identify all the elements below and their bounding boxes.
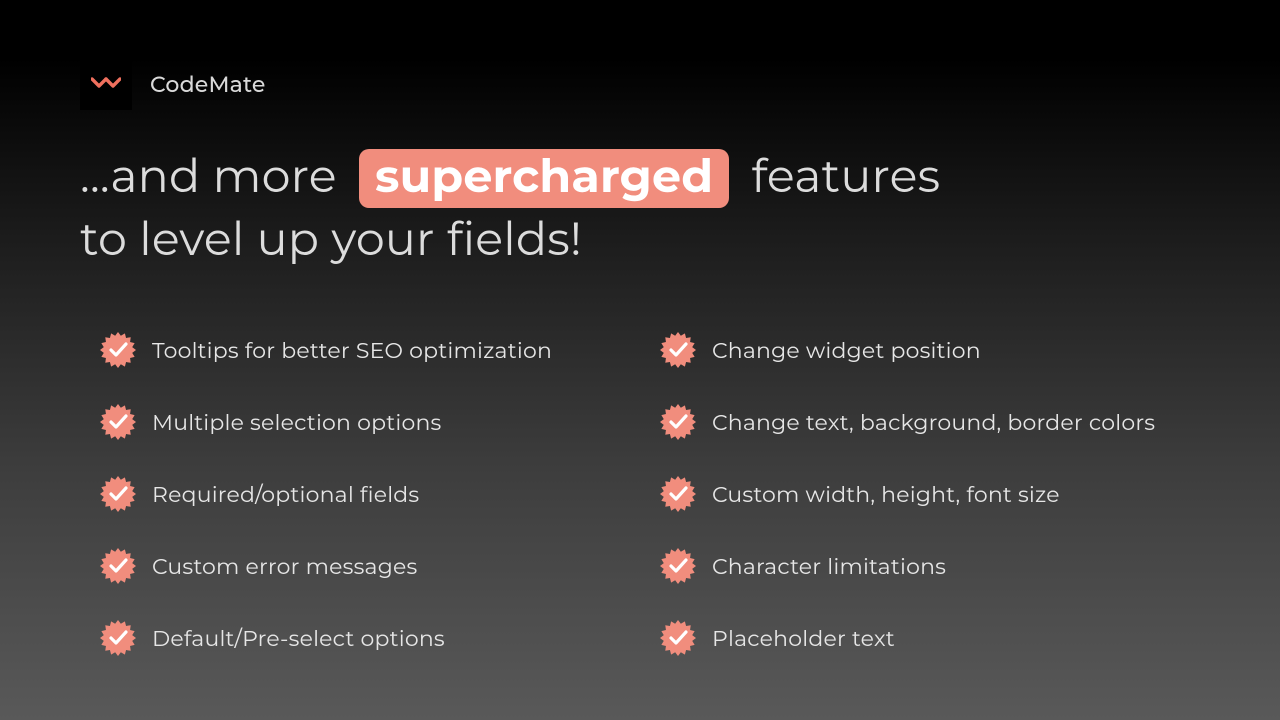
feature-item: Tooltips for better SEO optimization [100, 332, 620, 368]
feature-item: Multiple selection options [100, 404, 620, 440]
brand-logo-block: CodeMate [80, 58, 266, 110]
feature-item: Character limitations [660, 548, 1220, 584]
checkmark-badge-icon [660, 476, 696, 512]
checkmark-badge-icon [660, 548, 696, 584]
feature-label: Custom error messages [152, 553, 417, 580]
headline-pre: ...and more [80, 147, 337, 204]
brand-name: CodeMate [150, 71, 266, 98]
checkmark-badge-icon [660, 332, 696, 368]
feature-item: Placeholder text [660, 620, 1220, 656]
feature-item: Custom error messages [100, 548, 620, 584]
feature-item: Required/optional fields [100, 476, 620, 512]
feature-column-left: Tooltips for better SEO optimization Mul… [100, 332, 620, 656]
feature-label: Multiple selection options [152, 409, 441, 436]
checkmark-badge-icon [100, 332, 136, 368]
feature-item: Change widget position [660, 332, 1220, 368]
checkmark-badge-icon [100, 620, 136, 656]
feature-label: Required/optional fields [152, 481, 419, 508]
checkmark-badge-icon [660, 620, 696, 656]
checkmark-badge-icon [100, 476, 136, 512]
brand-logo-icon [91, 74, 121, 94]
brand-logo-tile [80, 58, 132, 110]
checkmark-badge-icon [100, 548, 136, 584]
headline-highlight: supercharged [359, 149, 729, 208]
headline-line2: to level up your fields! [80, 210, 582, 267]
feature-label: Placeholder text [712, 625, 895, 652]
feature-item: Custom width, height, font size [660, 476, 1220, 512]
feature-label: Default/Pre-select options [152, 625, 445, 652]
feature-columns: Tooltips for better SEO optimization Mul… [100, 332, 1220, 656]
feature-label: Change text, background, border colors [712, 409, 1155, 436]
feature-column-right: Change widget position Change text, back… [660, 332, 1220, 656]
feature-item: Change text, background, border colors [660, 404, 1220, 440]
headline: ...and more supercharged features to lev… [80, 145, 1240, 270]
feature-label: Character limitations [712, 553, 946, 580]
checkmark-badge-icon [100, 404, 136, 440]
feature-label: Custom width, height, font size [712, 481, 1060, 508]
checkmark-badge-icon [660, 404, 696, 440]
feature-item: Default/Pre-select options [100, 620, 620, 656]
feature-label: Tooltips for better SEO optimization [152, 337, 552, 364]
headline-post: features [752, 147, 941, 204]
feature-label: Change widget position [712, 337, 981, 364]
